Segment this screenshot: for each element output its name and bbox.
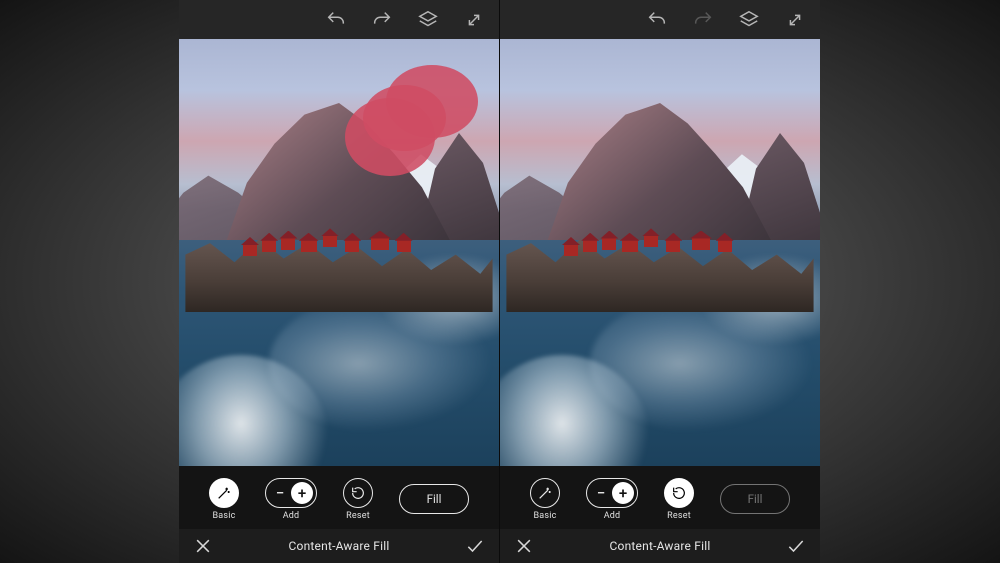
layers-icon[interactable] <box>417 9 439 31</box>
tool-reset[interactable]: Reset <box>664 478 694 521</box>
photo-house <box>262 240 276 252</box>
title-bar: Content-Aware Fill <box>179 529 499 563</box>
close-icon[interactable] <box>514 536 534 556</box>
editor-pair: Basic −+ Add Reset Fill <box>179 0 820 563</box>
photo-house <box>323 235 337 247</box>
top-toolbar <box>500 0 820 39</box>
photo-house <box>602 238 616 250</box>
title-label: Content-Aware Fill <box>289 539 390 553</box>
photo-house <box>666 240 680 252</box>
reset-icon <box>664 478 694 508</box>
fill-button-label: Fill <box>748 492 763 506</box>
plus-minus-icon: −+ <box>265 478 317 508</box>
redo-icon <box>692 9 714 31</box>
wand-icon <box>209 478 239 508</box>
fill-button-label: Fill <box>427 492 442 506</box>
check-icon[interactable] <box>786 536 806 556</box>
expand-icon[interactable] <box>463 9 485 31</box>
tool-row: Basic −+ Add Reset Fill <box>179 466 499 529</box>
reset-icon <box>343 478 373 508</box>
photo-house <box>622 240 638 252</box>
tool-add-label: Add <box>604 511 621 521</box>
close-icon[interactable] <box>193 536 213 556</box>
tool-reset[interactable]: Reset <box>343 478 373 521</box>
tool-row: Basic −+ Add Reset Fill <box>500 466 820 529</box>
tool-basic-label: Basic <box>533 511 556 521</box>
tool-reset-label: Reset <box>346 511 370 521</box>
canvas-before[interactable] <box>179 39 499 466</box>
pane-before: Basic −+ Add Reset Fill <box>179 0 499 563</box>
title-label: Content-Aware Fill <box>610 539 711 553</box>
tool-basic[interactable]: Basic <box>530 478 560 521</box>
photo-house <box>281 238 295 250</box>
tool-basic[interactable]: Basic <box>209 478 239 521</box>
photo-house <box>583 240 597 252</box>
tool-basic-label: Basic <box>212 511 235 521</box>
top-toolbar <box>179 0 499 39</box>
undo-icon[interactable] <box>325 9 347 31</box>
fill-button: Fill <box>720 484 790 514</box>
tool-add[interactable]: −+ Add <box>265 478 317 521</box>
canvas-after[interactable] <box>500 39 820 466</box>
tool-add[interactable]: −+ Add <box>586 478 638 521</box>
wand-icon <box>530 478 560 508</box>
photo-house <box>243 244 257 256</box>
tool-reset-label: Reset <box>667 511 691 521</box>
check-icon[interactable] <box>465 536 485 556</box>
title-bar: Content-Aware Fill <box>500 529 820 563</box>
photo-house <box>345 240 359 252</box>
photo-house <box>397 240 411 252</box>
tool-add-label: Add <box>283 511 300 521</box>
layers-icon[interactable] <box>738 9 760 31</box>
photo-house <box>301 240 317 252</box>
photo-house <box>718 240 732 252</box>
plus-minus-icon: −+ <box>586 478 638 508</box>
app-stage: Basic −+ Add Reset Fill <box>0 0 1000 563</box>
fill-button[interactable]: Fill <box>399 484 469 514</box>
expand-icon[interactable] <box>784 9 806 31</box>
photo-house <box>644 235 658 247</box>
undo-icon[interactable] <box>646 9 668 31</box>
photo-house <box>371 238 389 250</box>
redo-icon[interactable] <box>371 9 393 31</box>
photo-house <box>692 238 710 250</box>
pane-after: Basic −+ Add Reset Fill <box>500 0 820 563</box>
photo-house <box>564 244 578 256</box>
